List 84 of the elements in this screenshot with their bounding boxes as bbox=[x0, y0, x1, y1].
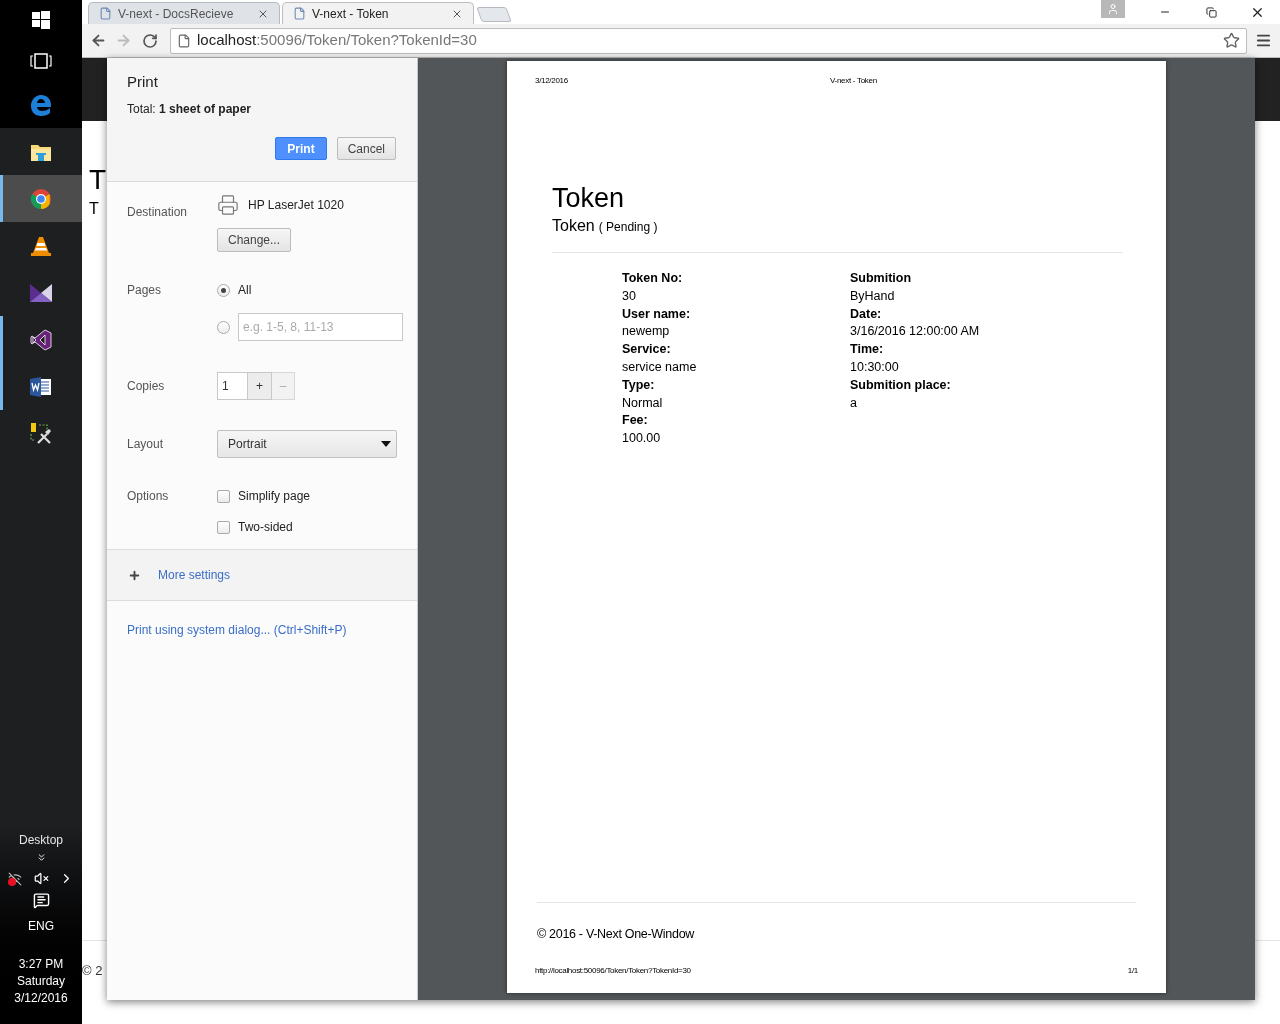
change-button[interactable]: Change... bbox=[217, 228, 292, 252]
field-value: Normal bbox=[622, 394, 664, 412]
document-title: Token bbox=[552, 182, 626, 215]
bookmark-star-icon[interactable] bbox=[1223, 32, 1240, 49]
field-value: ByHand bbox=[850, 287, 896, 305]
setting-label: Layout bbox=[127, 436, 164, 453]
notification-icon[interactable] bbox=[32, 892, 50, 909]
clock-date[interactable]: 3/12/2016 bbox=[14, 990, 68, 1007]
printer-name: HP LaserJet 1020 bbox=[248, 197, 344, 214]
field-value: a bbox=[850, 394, 858, 412]
page-range-field[interactable]: e.g. 1-5, 8, 11-13 bbox=[238, 313, 403, 341]
browser-tab[interactable]: V-next - Token bbox=[282, 2, 474, 24]
page-icon bbox=[293, 7, 306, 20]
printer-icon bbox=[217, 194, 239, 216]
setting-label: Options bbox=[127, 488, 169, 505]
field-label: Fee: bbox=[622, 412, 649, 430]
header-date: 3/12/2016 bbox=[535, 75, 569, 87]
traffic-cone-icon bbox=[30, 234, 52, 257]
field-label: Submition bbox=[850, 270, 913, 287]
desktop-label[interactable]: Desktop bbox=[19, 832, 63, 848]
person-icon bbox=[1107, 3, 1119, 15]
panel-title: Print bbox=[127, 72, 159, 92]
field-value: 10:30:00 bbox=[850, 359, 900, 376]
setting-label: Pages bbox=[127, 282, 162, 299]
field-value: 30 bbox=[622, 287, 637, 305]
status-label: ( Pending ) bbox=[598, 219, 658, 236]
field-value: 100.00 bbox=[622, 430, 662, 448]
task-view-icon bbox=[30, 53, 52, 69]
field-label: User name: bbox=[622, 305, 692, 323]
loop-logo-icon bbox=[30, 328, 52, 351]
copies-field[interactable]: 1 bbox=[217, 372, 248, 400]
back-icon[interactable] bbox=[90, 32, 107, 49]
field-label: Submition place: bbox=[850, 376, 952, 394]
radio-button[interactable] bbox=[217, 283, 230, 297]
wifi-off-icon[interactable] bbox=[8, 871, 24, 886]
footer-url: http://localhost:50096/Token/Token?TokenId=30 bbox=[535, 965, 691, 977]
page-subheading: T bbox=[89, 199, 99, 219]
checkbox-label[interactable]: Two-sided bbox=[238, 518, 293, 536]
e-logo-icon bbox=[30, 93, 52, 117]
field-label: Date: bbox=[850, 305, 883, 323]
reload-icon[interactable] bbox=[142, 32, 158, 49]
footer-copyright: © 2016 - V-Next One-Window bbox=[537, 927, 695, 941]
page-icon bbox=[99, 7, 112, 20]
field-label: Token No: bbox=[622, 270, 684, 287]
menu-icon[interactable] bbox=[1255, 32, 1272, 49]
cancel-button[interactable]: Cancel bbox=[336, 137, 396, 160]
language-indicator[interactable]: ENG bbox=[28, 918, 54, 934]
checkbox[interactable] bbox=[217, 489, 230, 503]
total-summary: Total: 1 sheet of paper bbox=[127, 101, 253, 117]
word-document-icon bbox=[30, 376, 52, 397]
bowtie-logo-icon bbox=[29, 282, 53, 303]
page-heading: T bbox=[89, 163, 107, 197]
layout-dropdown[interactable]: Portrait bbox=[217, 430, 397, 458]
radio-label[interactable]: All bbox=[238, 281, 252, 299]
start-icon bbox=[32, 11, 50, 29]
speaker-muted-icon[interactable] bbox=[34, 871, 49, 886]
tools-icon bbox=[29, 421, 53, 446]
page-footer: © 2 bbox=[82, 962, 103, 980]
field-label: Service: bbox=[622, 341, 672, 359]
page-number: 1/1 bbox=[1127, 965, 1138, 977]
field-label: Type: bbox=[622, 376, 656, 394]
increment-button[interactable]: + bbox=[248, 372, 272, 400]
clock-day[interactable]: Saturday bbox=[16, 973, 65, 990]
browser-tab[interactable]: V-next - DocsRecieve bbox=[88, 2, 280, 24]
radio-button[interactable] bbox=[217, 320, 230, 334]
setting-label: Copies bbox=[127, 378, 165, 395]
setting-label: Destination bbox=[127, 204, 188, 221]
field-label: Time: bbox=[850, 341, 885, 359]
ring-logo-icon bbox=[30, 187, 52, 210]
header-title: V-next - Token bbox=[830, 75, 877, 87]
checkbox[interactable] bbox=[217, 520, 230, 534]
page-icon bbox=[177, 33, 191, 48]
plus-icon bbox=[128, 568, 141, 582]
field-value: service name bbox=[622, 359, 698, 376]
caret-icon bbox=[381, 441, 391, 447]
field-value: newemp bbox=[622, 323, 671, 341]
clock-time[interactable]: 3:27 PM bbox=[18, 956, 64, 973]
checkbox-label[interactable]: Simplify page bbox=[238, 487, 311, 505]
system-dialog-link[interactable]: Print using system dialog... (Ctrl+Shift+P) bbox=[127, 623, 347, 637]
more-settings-link[interactable]: More settings bbox=[158, 566, 231, 584]
document-subtitle: Token bbox=[552, 216, 595, 236]
address-bar[interactable]: localhost:50096/Token/Token?TokenId=30 bbox=[170, 27, 1247, 54]
restore-icon bbox=[1205, 6, 1217, 18]
field-value: 3/16/2016 12:00:00 AM bbox=[850, 323, 980, 341]
